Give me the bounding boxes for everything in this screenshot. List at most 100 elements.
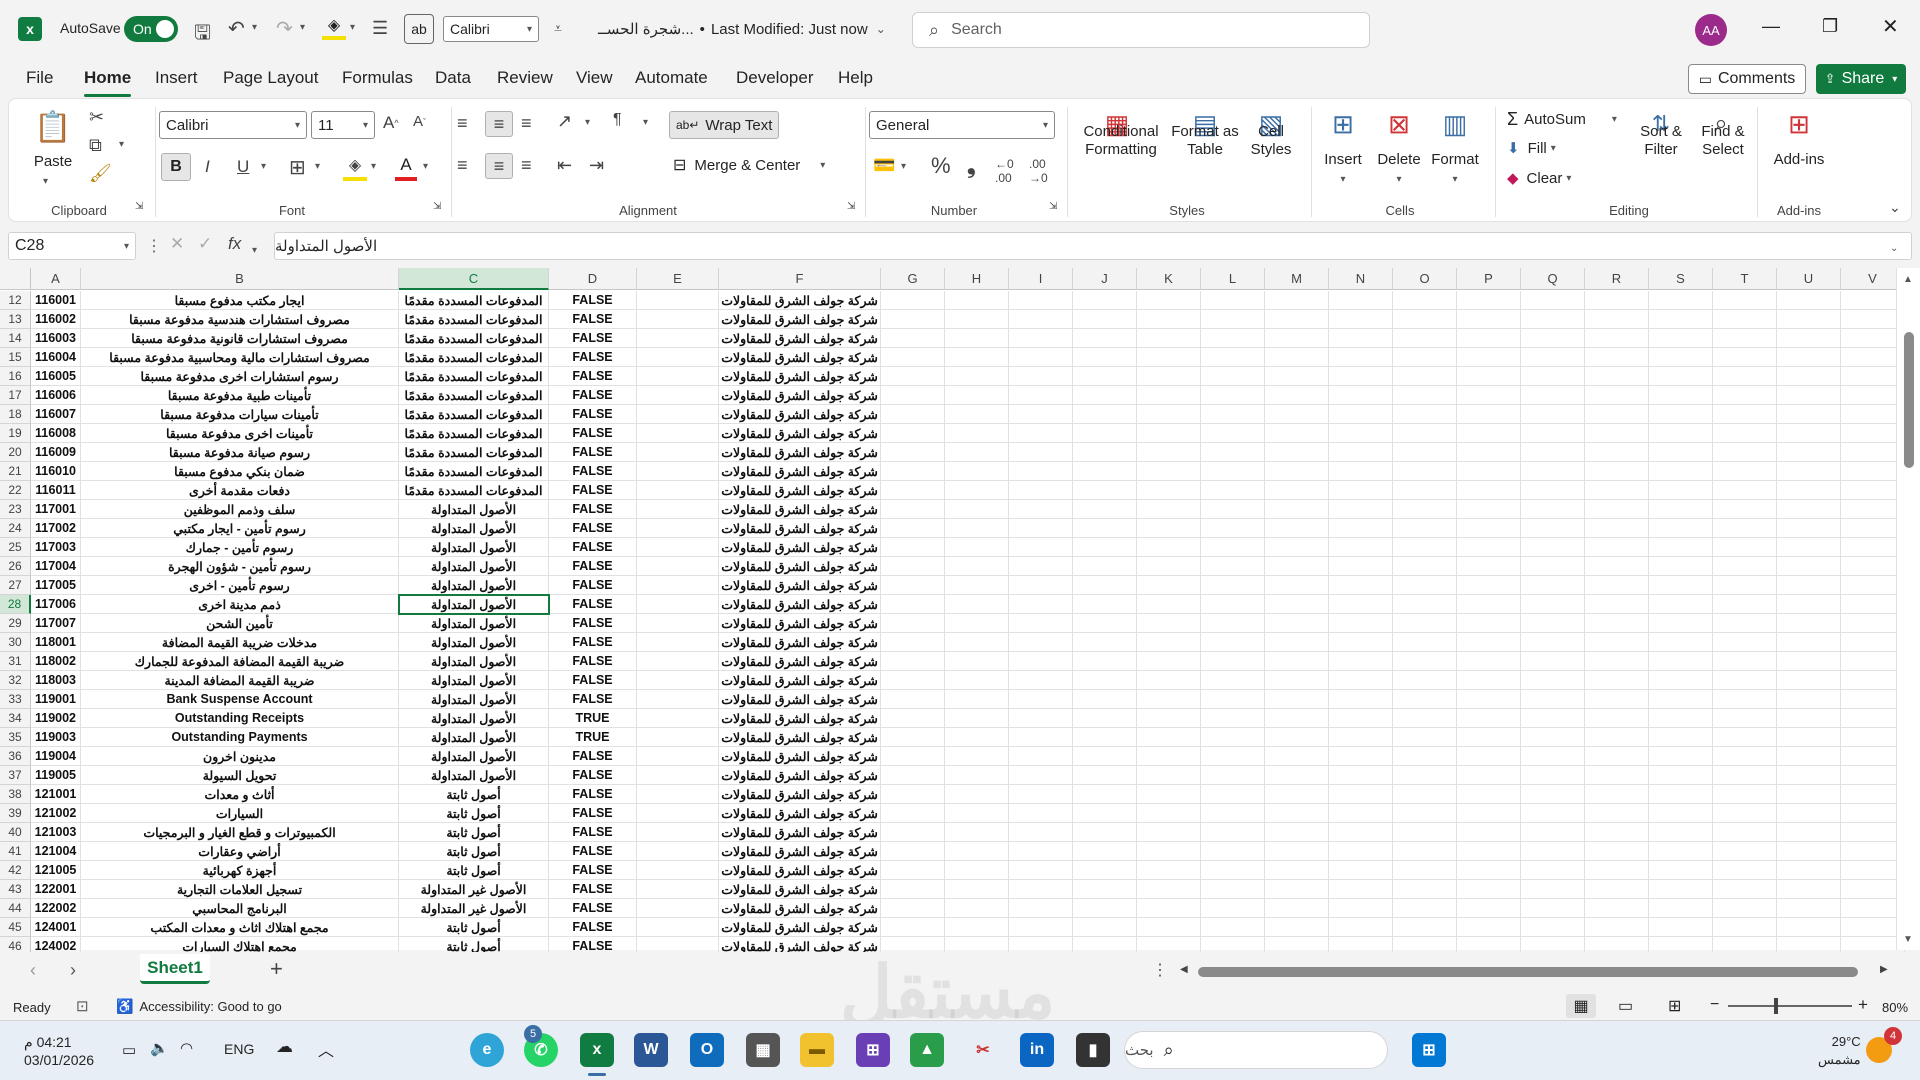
row-header[interactable]: 43	[0, 880, 31, 899]
cell-m34[interactable]	[1265, 709, 1329, 728]
cell-c33[interactable]: الأصول المتداولة	[399, 690, 549, 709]
cell-e24[interactable]	[637, 519, 719, 538]
cell-q24[interactable]	[1521, 519, 1585, 538]
cell-l37[interactable]	[1201, 766, 1265, 785]
cell-u20[interactable]	[1777, 443, 1841, 462]
cell-g18[interactable]	[881, 405, 945, 424]
column-header-t[interactable]: T	[1713, 268, 1777, 290]
cell-a29[interactable]: 117007	[31, 614, 81, 633]
cell-l42[interactable]	[1201, 861, 1265, 880]
cell-e35[interactable]	[637, 728, 719, 747]
underline-dropdown-icon[interactable]: ▾	[261, 161, 266, 172]
cell-d32[interactable]: FALSE	[549, 671, 637, 690]
cell-j17[interactable]	[1073, 386, 1137, 405]
cell-m13[interactable]	[1265, 310, 1329, 329]
row-header[interactable]: 18	[0, 405, 31, 424]
cell-j29[interactable]	[1073, 614, 1137, 633]
cell-c16[interactable]: المدفوعات المسددة مقدمًا	[399, 367, 549, 386]
row-header[interactable]: 36	[0, 747, 31, 766]
cell-p31[interactable]	[1457, 652, 1521, 671]
cell-j43[interactable]	[1073, 880, 1137, 899]
cell-h29[interactable]	[945, 614, 1009, 633]
cell-c27[interactable]: الأصول المتداولة	[399, 576, 549, 595]
cell-d36[interactable]: FALSE	[549, 747, 637, 766]
column-header-d[interactable]: D	[549, 268, 637, 290]
cell-i44[interactable]	[1009, 899, 1073, 918]
cell-n23[interactable]	[1329, 500, 1393, 519]
cell-f36[interactable]: شركة جولف الشرق للمقاولات	[719, 747, 881, 766]
font-name-select[interactable]: Calibri ▾	[159, 111, 307, 139]
cell-m16[interactable]	[1265, 367, 1329, 386]
file-explorer-icon[interactable]: ▬	[800, 1033, 834, 1067]
cell-s40[interactable]	[1649, 823, 1713, 842]
cell-p27[interactable]	[1457, 576, 1521, 595]
cell-n29[interactable]	[1329, 614, 1393, 633]
cell-e36[interactable]	[637, 747, 719, 766]
cell-t31[interactable]	[1713, 652, 1777, 671]
cell-e18[interactable]	[637, 405, 719, 424]
fill-color-quick-icon[interactable]: ◈	[322, 14, 346, 40]
cell-n36[interactable]	[1329, 747, 1393, 766]
cell-q22[interactable]	[1521, 481, 1585, 500]
cell-k28[interactable]	[1137, 595, 1201, 614]
cell-s35[interactable]	[1649, 728, 1713, 747]
cell-j24[interactable]	[1073, 519, 1137, 538]
cell-b19[interactable]: تأمينات اخرى مدفوعة مسبقا	[81, 424, 399, 443]
copy-icon[interactable]: ⧉	[89, 135, 102, 156]
cell-k25[interactable]	[1137, 538, 1201, 557]
battery-icon[interactable]: ▭	[122, 1041, 136, 1059]
cell-t44[interactable]	[1713, 899, 1777, 918]
zoom-out-button[interactable]: −	[1710, 996, 1719, 1014]
cell-b18[interactable]: تأمينات سيارات مدفوعة مسبقا	[81, 405, 399, 424]
cell-d29[interactable]: FALSE	[549, 614, 637, 633]
onedrive-icon[interactable]: ☁	[276, 1037, 293, 1057]
cell-o26[interactable]	[1393, 557, 1457, 576]
cell-r35[interactable]	[1585, 728, 1649, 747]
cell-e17[interactable]	[637, 386, 719, 405]
delete-cells-button[interactable]: Delete ▾	[1371, 151, 1427, 189]
cell-q39[interactable]	[1521, 804, 1585, 823]
cell-d37[interactable]: FALSE	[549, 766, 637, 785]
cell-a17[interactable]: 116006	[31, 386, 81, 405]
cell-o18[interactable]	[1393, 405, 1457, 424]
cell-m17[interactable]	[1265, 386, 1329, 405]
cell-e14[interactable]	[637, 329, 719, 348]
cell-p34[interactable]	[1457, 709, 1521, 728]
cell-u14[interactable]	[1777, 329, 1841, 348]
cell-a25[interactable]: 117003	[31, 538, 81, 557]
cell-j25[interactable]	[1073, 538, 1137, 557]
cell-l33[interactable]	[1201, 690, 1265, 709]
cell-j21[interactable]	[1073, 462, 1137, 481]
cell-i42[interactable]	[1009, 861, 1073, 880]
cell-j44[interactable]	[1073, 899, 1137, 918]
cell-j27[interactable]	[1073, 576, 1137, 595]
cell-n14[interactable]	[1329, 329, 1393, 348]
weather-widget[interactable]: 29°C مشمس	[1818, 1033, 1861, 1069]
column-header-g[interactable]: G	[881, 268, 945, 290]
cell-u43[interactable]	[1777, 880, 1841, 899]
cell-q27[interactable]	[1521, 576, 1585, 595]
cell-o23[interactable]	[1393, 500, 1457, 519]
cell-r45[interactable]	[1585, 918, 1649, 937]
cell-j40[interactable]	[1073, 823, 1137, 842]
cell-u42[interactable]	[1777, 861, 1841, 880]
cell-a16[interactable]: 116005	[31, 367, 81, 386]
cell-f22[interactable]: شركة جولف الشرق للمقاولات	[719, 481, 881, 500]
cell-e21[interactable]	[637, 462, 719, 481]
column-header-o[interactable]: O	[1393, 268, 1457, 290]
cell-b28[interactable]: ذمم مدينة اخرى	[81, 595, 399, 614]
cell-h30[interactable]	[945, 633, 1009, 652]
scroll-down-icon[interactable]: ▼	[1903, 934, 1913, 945]
cell-c26[interactable]: الأصول المتداولة	[399, 557, 549, 576]
cell-u21[interactable]	[1777, 462, 1841, 481]
cell-g22[interactable]	[881, 481, 945, 500]
row-header[interactable]: 17	[0, 386, 31, 405]
cell-m31[interactable]	[1265, 652, 1329, 671]
cell-e40[interactable]	[637, 823, 719, 842]
cell-k20[interactable]	[1137, 443, 1201, 462]
cell-h17[interactable]	[945, 386, 1009, 405]
cell-r16[interactable]	[1585, 367, 1649, 386]
sort-filter-button[interactable]: Sort & Filter	[1631, 123, 1691, 159]
cell-t12[interactable]	[1713, 291, 1777, 310]
prev-sheet-icon[interactable]: ‹	[30, 960, 36, 981]
